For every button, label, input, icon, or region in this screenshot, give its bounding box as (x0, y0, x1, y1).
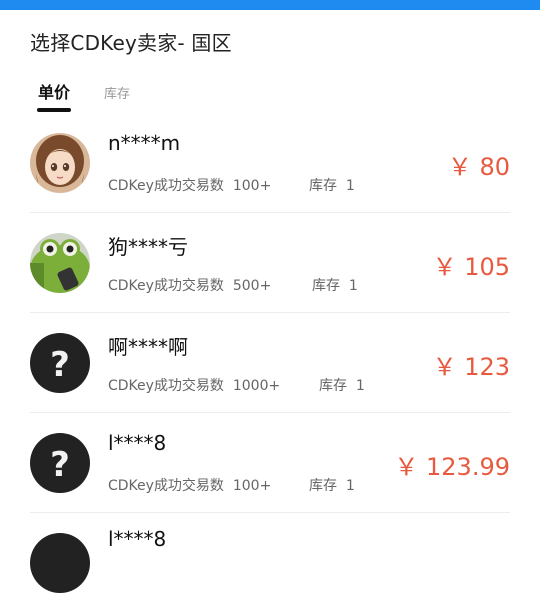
seller-row[interactable]: ? l****8 CDKey成功交易数 100+ 库存 1 ￥ 123.99 (0, 413, 540, 513)
stock-value: 1 (348, 278, 358, 294)
top-status-bar (0, 0, 540, 10)
trade-count-label: CDKey成功交易数 (108, 178, 224, 194)
stock-value: 1 (355, 378, 365, 394)
seller-row[interactable]: n****m CDKey成功交易数 100+ 库存 1 ￥ 80 (0, 113, 540, 213)
trade-count: CDKey成功交易数 100+ (108, 175, 271, 195)
stock-value: 1 (345, 178, 355, 194)
stock-count: 库存 1 (309, 475, 355, 495)
unit-price: ￥ 123 (432, 353, 510, 381)
seller-list: n****m CDKey成功交易数 100+ 库存 1 ￥ 80 狗****亏 … (0, 113, 540, 593)
stock-label: 库存 (309, 478, 337, 494)
question-mark-avatar: ? (30, 433, 90, 493)
seller-name: l****8 (108, 431, 167, 455)
trade-count-value: 100+ (232, 178, 272, 194)
seller-name: 啊****啊 (108, 335, 188, 359)
question-mark-avatar (30, 533, 90, 593)
trade-count-value: 500+ (232, 278, 272, 294)
trade-count-label: CDKey成功交易数 (108, 278, 224, 294)
tab-unit-price[interactable]: 单价 (38, 79, 70, 103)
trade-count-value: 1000+ (232, 378, 281, 394)
trade-count: CDKey成功交易数 100+ (108, 475, 271, 495)
stock-label: 库存 (312, 278, 340, 294)
stock-count: 库存 1 (309, 175, 355, 195)
anime-girl-avatar (30, 133, 90, 193)
tab-stock[interactable]: 库存 (104, 83, 130, 102)
sort-tabs: 单价 库存 (36, 78, 516, 114)
stock-label: 库存 (309, 178, 337, 194)
active-tab-indicator (37, 108, 71, 112)
stock-value: 1 (345, 478, 355, 494)
stock-count: 库存 1 (319, 375, 365, 395)
trade-count-label: CDKey成功交易数 (108, 478, 224, 494)
unit-price: ￥ 105 (432, 253, 510, 281)
trade-count-value: 100+ (232, 478, 272, 494)
trade-count-label: CDKey成功交易数 (108, 378, 224, 394)
unit-price: ￥ 80 (447, 153, 510, 181)
seller-row[interactable]: 狗****亏 CDKey成功交易数 500+ 库存 1 ￥ 105 (0, 213, 540, 313)
trade-count: CDKey成功交易数 500+ (108, 275, 271, 295)
svg-text:?: ? (50, 445, 70, 485)
seller-row[interactable]: l****8 (0, 513, 540, 593)
seller-name: 狗****亏 (108, 235, 188, 259)
page-title: 选择CDKey卖家- 国区 (30, 31, 232, 55)
stock-label: 库存 (319, 378, 347, 394)
seller-name: n****m (108, 131, 181, 155)
trade-count: CDKey成功交易数 1000+ (108, 375, 280, 395)
svg-text:?: ? (50, 345, 70, 385)
unit-price: ￥ 123.99 (394, 453, 510, 481)
question-mark-avatar: ? (30, 333, 90, 393)
stock-count: 库存 1 (312, 275, 358, 295)
seller-name: l****8 (108, 527, 167, 551)
seller-row[interactable]: ? 啊****啊 CDKey成功交易数 1000+ 库存 1 ￥ 123 (0, 313, 540, 413)
frog-avatar (30, 233, 90, 293)
